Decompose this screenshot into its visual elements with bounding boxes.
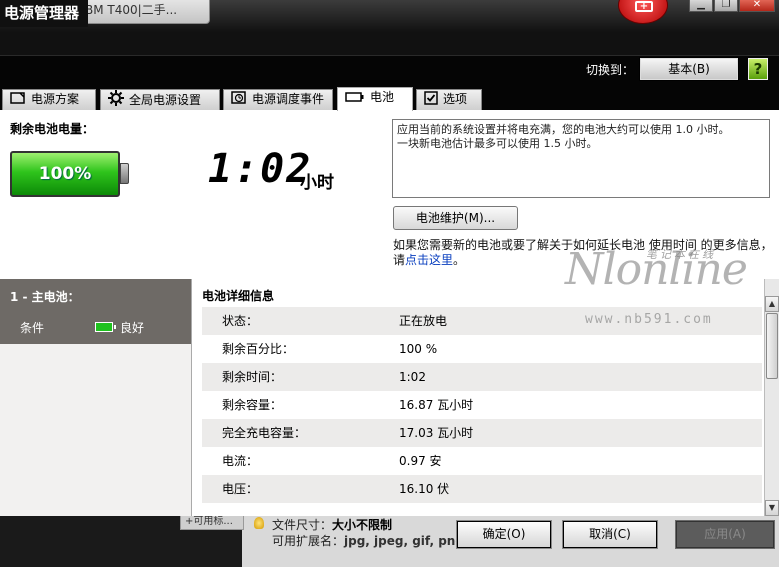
detail-value: 1:02 [399,370,426,384]
detail-key: ... [222,503,233,516]
battery-level-icon: 100% [10,151,120,197]
detail-key: 电流： [222,454,259,468]
click-here-link[interactable]: 点击这里 [405,253,453,267]
apply-button[interactable]: 应用(A) [675,520,775,549]
tab-label: 全局电源设置 [129,93,202,107]
battery-list-item[interactable]: 1 - 主电池： 条件 良好 [0,279,191,344]
background-window-tab: +可用标... [180,516,244,530]
tab-label: 电池 [370,90,395,104]
detail-key: 剩余容量： [222,398,283,412]
detail-key: 剩余百分比： [222,342,295,356]
title-bar: BM T400|二手... 电源管理器 + ▁ ❐ ✕ [0,0,779,32]
detail-row: 电流： 0.97 安 [202,447,762,475]
remaining-charge-label: 剩余电池电量： [10,122,95,136]
basic-mode-button[interactable]: 基本(B) [639,57,739,81]
detail-row: 完全充电容量： 17.03 瓦小时 [202,419,762,447]
remaining-time-unit: 小时 [300,173,334,193]
footer-bar: +可用标... 文件尺寸：大小不限制 可用扩展名：jpg, jpeg, gif,… [0,516,779,567]
file-size-line: 文件尺寸：大小不限制 [272,516,392,533]
condition-label: 条件 [20,321,45,335]
tab-bar: 电源方案 全局电源设置 电源调度事件 电池 选项 [0,86,779,111]
main-battery-title: 1 - 主电池： [10,290,80,304]
remaining-time: 1:02 [208,146,313,192]
extensions-label: 可用扩展名： [272,534,345,548]
detail-value: ... [399,503,410,516]
help-icon[interactable]: ? [748,58,768,80]
minimize-icon[interactable]: ▁ [689,0,713,12]
power-manager-logo-icon: + [618,0,668,24]
battery-percent: 100% [38,164,92,184]
detail-row: 剩余时间： 1:02 [202,363,762,391]
details-scrollbar[interactable]: ▲ ▼ [764,279,779,516]
condition-value: 良好 [120,321,145,335]
watermark-cn-text: 笔记本在线 [646,248,716,261]
toolbar-strip [0,32,779,56]
more-info-text: 如果您需要新的电池或要了解关于如何延长电池 使用时间 的更多信息，请点击这里。 [393,238,773,268]
detail-key: 完全充电容量： [222,426,307,440]
header-bar: 切换到： 基本(B) ? [0,56,779,86]
battery-health-icon [95,322,116,332]
watermark-url: www.nb591.com [585,312,713,327]
window-controls: ▁ ❐ ✕ [688,0,775,12]
tab-label: 电源方案 [31,92,80,106]
detail-row: 电压： 16.10 伏 [202,475,762,503]
clock-icon [231,91,246,104]
tab-power-plan[interactable]: 电源方案 [2,89,96,110]
tab-label: 选项 [443,92,468,106]
checkbox-icon [424,91,438,105]
scroll-thumb[interactable] [766,313,778,379]
battery-estimate-box: 应用当前的系统设置并将电充满，您的电池大约可以使用 1.0 小时。 一块新电池估… [392,119,770,198]
battery-icon [345,92,364,102]
close-icon[interactable]: ✕ [739,0,775,12]
lightbulb-icon [254,517,264,529]
plan-icon [10,92,25,104]
file-size-value: 大小不限制 [332,518,393,532]
extensions-line: 可用扩展名：jpg, jpeg, gif, png [272,532,464,549]
details-title: 电池详细信息 [202,289,275,303]
detail-row: ...... [202,503,762,516]
detail-key: 电压： [222,482,259,496]
scroll-down-icon[interactable]: ▼ [765,500,779,516]
scroll-up-icon[interactable]: ▲ [765,296,779,312]
detail-value: 100 % [399,342,438,356]
window-title: 电源管理器 [0,0,88,27]
gear-icon [108,90,124,106]
tab-label: 电源调度事件 [252,92,325,106]
detail-value: 16.10 伏 [399,482,450,496]
estimate-line-2: 一块新电池估计最多可以使用 1.5 小时。 [397,137,598,150]
detail-row: 剩余容量： 16.87 瓦小时 [202,391,762,419]
battery-terminal [120,163,129,184]
tab-options[interactable]: 选项 [416,89,482,110]
cancel-button[interactable]: 取消(C) [562,520,658,549]
battery-list-pane: 1 - 主电池： 条件 良好 [0,279,191,516]
detail-key: 剩余时间： [222,370,283,384]
maximize-icon[interactable]: ❐ [714,0,738,12]
detail-value: 0.97 安 [399,454,442,468]
battery-maintenance-button[interactable]: 电池维护(M)... [393,206,518,230]
detail-value: 正在放电 [399,314,448,328]
detail-value: 17.03 瓦小时 [399,426,474,440]
tab-global-settings[interactable]: 全局电源设置 [100,89,220,110]
tab-battery[interactable]: 电池 [337,87,413,111]
detail-key: 状态： [222,314,259,328]
file-size-label: 文件尺寸： [272,518,333,532]
switch-to-label: 切换到： [586,63,635,77]
detail-row: 剩余百分比： 100 % [202,335,762,363]
tab-schedule-events[interactable]: 电源调度事件 [223,89,333,110]
ok-button[interactable]: 确定(O) [456,520,552,549]
estimate-line-1: 应用当前的系统设置并将电充满，您的电池大约可以使用 1.0 小时。 [397,123,730,136]
more-info-end: 。 [453,253,466,267]
detail-value: 16.87 瓦小时 [399,398,474,412]
extensions-value: jpg, jpeg, gif, png [344,534,464,548]
